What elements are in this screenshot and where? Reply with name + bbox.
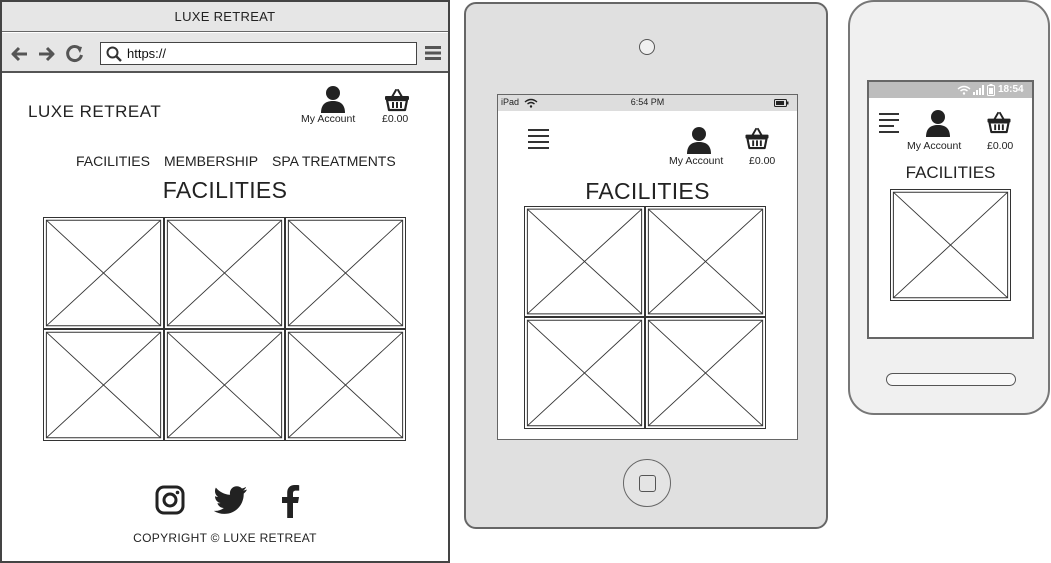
image-placeholder[interactable] xyxy=(890,189,1011,301)
window-title: LUXE RETREAT xyxy=(2,2,448,32)
forward-arrow-icon[interactable] xyxy=(36,44,56,64)
url-text: https:// xyxy=(127,46,167,61)
back-arrow-icon[interactable] xyxy=(10,44,30,64)
browser-toolbar: https:// xyxy=(2,33,448,73)
basket-total[interactable]: £0.00 xyxy=(987,140,1013,152)
phone-home-bar[interactable] xyxy=(886,373,1016,386)
status-time: 18:54 xyxy=(998,84,1024,95)
hamburger-menu-icon[interactable] xyxy=(878,112,900,133)
phone-mockup: 18:54 My Account £0.00 FACILITIES xyxy=(848,0,1050,415)
tablet-status-bar: iPad 6:54 PM xyxy=(498,95,797,111)
basket-icon[interactable] xyxy=(744,127,770,150)
nav-link-membership[interactable]: MEMBERSHIP xyxy=(164,153,258,169)
signal-icon xyxy=(973,85,984,95)
hamburger-menu-icon[interactable] xyxy=(527,128,550,150)
image-placeholder[interactable] xyxy=(164,217,285,329)
nav-link-facilities[interactable]: FACILITIES xyxy=(76,153,150,169)
reload-icon[interactable] xyxy=(65,44,85,64)
my-account-label[interactable]: My Account xyxy=(669,155,723,167)
battery-icon xyxy=(774,99,789,107)
page-heading: FACILITIES xyxy=(162,177,288,203)
status-time: 6:54 PM xyxy=(630,97,665,107)
phone-status-bar: 18:54 xyxy=(869,82,1032,98)
tablet-camera xyxy=(639,39,655,55)
copyright-text: COPYRIGHT © LUXE RETREAT xyxy=(133,531,317,545)
facebook-icon[interactable] xyxy=(279,484,301,518)
image-placeholder[interactable] xyxy=(524,317,645,429)
desktop-browser-mockup: LUXE RETREAT https:// LUXE RETREAT My Ac… xyxy=(0,0,450,563)
image-placeholder[interactable] xyxy=(645,206,766,317)
wifi-icon xyxy=(957,85,971,95)
image-placeholder[interactable] xyxy=(285,329,406,441)
image-placeholder[interactable] xyxy=(43,217,164,329)
image-placeholder[interactable] xyxy=(164,329,285,441)
tablet-home-button[interactable] xyxy=(623,459,671,507)
basket-total[interactable]: £0.00 xyxy=(749,155,775,167)
user-account-icon[interactable] xyxy=(320,85,346,113)
tablet-mockup: iPad 6:54 PM My Account £0.00 FACILITIES xyxy=(464,2,828,529)
page-heading: FACILITIES xyxy=(585,178,710,204)
basket-total[interactable]: £0.00 xyxy=(382,113,408,125)
twitter-icon[interactable] xyxy=(214,486,248,514)
user-account-icon[interactable] xyxy=(686,126,712,154)
page-heading: FACILITIES xyxy=(905,163,996,182)
user-account-icon[interactable] xyxy=(925,109,951,137)
basket-icon[interactable] xyxy=(986,111,1012,134)
phone-screen: 18:54 My Account £0.00 FACILITIES xyxy=(867,80,1034,339)
nav-link-spa-treatments[interactable]: SPA TREATMENTS xyxy=(272,153,396,169)
my-account-label[interactable]: My Account xyxy=(301,113,355,125)
instagram-icon[interactable] xyxy=(155,485,185,515)
site-logo[interactable]: LUXE RETREAT xyxy=(28,102,161,122)
battery-icon xyxy=(987,84,995,96)
basket-icon[interactable] xyxy=(383,88,411,112)
image-placeholder[interactable] xyxy=(43,329,164,441)
image-placeholder[interactable] xyxy=(285,217,406,329)
browser-menu-icon[interactable] xyxy=(424,44,442,62)
my-account-label[interactable]: My Account xyxy=(907,140,961,152)
image-placeholder[interactable] xyxy=(645,317,766,429)
image-placeholder[interactable] xyxy=(524,206,645,317)
search-icon xyxy=(106,46,122,62)
address-bar[interactable]: https:// xyxy=(100,42,417,65)
home-square-icon xyxy=(639,475,656,492)
tablet-screen: iPad 6:54 PM My Account £0.00 FACILITIES xyxy=(497,94,798,440)
